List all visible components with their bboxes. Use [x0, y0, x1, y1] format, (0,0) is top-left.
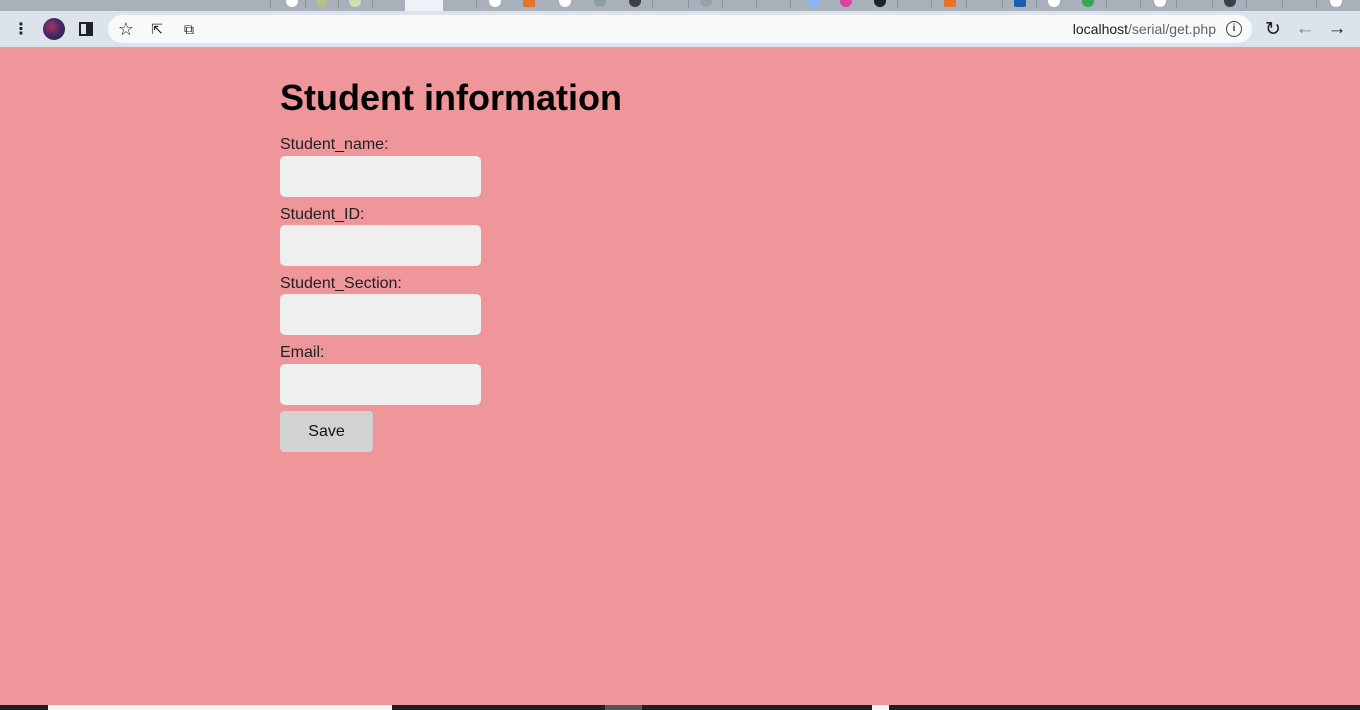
tab-favicon[interactable]: [349, 0, 361, 7]
tab-favicon[interactable]: [1048, 0, 1060, 7]
tab-separator: [476, 0, 477, 8]
url-path: /serial/get.php: [1128, 21, 1216, 37]
forward-icon[interactable]: →: [1326, 18, 1348, 40]
tab-separator: [1036, 0, 1037, 8]
tab-separator: [1002, 0, 1003, 8]
side-panel-icon[interactable]: [75, 18, 97, 40]
tab-separator: [1176, 0, 1177, 8]
tab-favicon[interactable]: [808, 0, 820, 7]
tab-separator: [790, 0, 791, 8]
tab-favicon[interactable]: [523, 0, 535, 7]
tab-separator: [652, 0, 653, 8]
bookmark-star-icon[interactable]: ☆: [115, 18, 137, 40]
info-icon[interactable]: i: [1226, 21, 1242, 37]
student-name-input[interactable]: [280, 156, 481, 197]
tab-strip: [0, 0, 1360, 11]
taskbar-window-thumb[interactable]: [872, 705, 889, 710]
tab-favicon[interactable]: [316, 0, 328, 7]
tab-favicon[interactable]: [489, 0, 501, 7]
save-button[interactable]: Save: [280, 411, 373, 452]
tab-separator: [338, 0, 339, 8]
tab-separator: [688, 0, 689, 8]
student-section-label: Student_Section:: [280, 275, 402, 292]
student-id-label: Student_ID:: [280, 206, 365, 223]
back-icon[interactable]: ←: [1294, 18, 1316, 40]
email-input[interactable]: [280, 364, 481, 405]
tab-favicon[interactable]: [286, 0, 298, 7]
tab-separator: [966, 0, 967, 8]
reload-icon[interactable]: ↻: [1262, 18, 1284, 40]
taskbar-window-thumb[interactable]: [605, 705, 642, 710]
tab-separator: [931, 0, 932, 8]
email-label: Email:: [280, 344, 325, 361]
tab-separator: [756, 0, 757, 8]
tab-separator: [305, 0, 306, 8]
tab-favicon[interactable]: [1014, 0, 1026, 7]
page-title: Student information: [280, 77, 622, 118]
cast-icon[interactable]: ⧉: [178, 18, 200, 40]
url-text[interactable]: localhost/serial/get.php: [1073, 21, 1216, 37]
tab-separator: [1246, 0, 1247, 8]
address-bar[interactable]: ☆ ⇱ ⧉ localhost/serial/get.php i: [108, 15, 1252, 43]
profile-avatar[interactable]: [43, 18, 65, 40]
tab-favicon[interactable]: [1330, 0, 1342, 7]
menu-icon[interactable]: ⋮: [10, 18, 32, 40]
taskbar-window-thumb[interactable]: [48, 705, 392, 710]
tab-separator: [1212, 0, 1213, 8]
tab-favicon[interactable]: [1082, 0, 1094, 7]
tab-favicon[interactable]: [874, 0, 886, 7]
tab-separator: [270, 0, 271, 8]
page-body: Student information Student_name: Studen…: [0, 47, 1360, 705]
tab-separator: [1140, 0, 1141, 8]
tab-favicon[interactable]: [1154, 0, 1166, 7]
student-name-label: Student_name:: [280, 136, 389, 153]
url-host: localhost: [1072, 21, 1129, 37]
tab-favicon[interactable]: [594, 0, 606, 7]
share-icon[interactable]: ⇱: [146, 18, 168, 40]
tab-favicon[interactable]: [700, 0, 712, 7]
tab-separator: [372, 0, 373, 8]
taskbar: [0, 705, 1360, 710]
browser-toolbar: ⋮ ☆ ⇱ ⧉ localhost/serial/get.php i ↻ ← →: [0, 11, 1360, 47]
tab-separator: [1316, 0, 1317, 8]
tab-separator: [1106, 0, 1107, 8]
student-id-input[interactable]: [280, 225, 481, 266]
tab-separator: [1282, 0, 1283, 8]
tab-favicon[interactable]: [1224, 0, 1236, 7]
tab-favicon[interactable]: [559, 0, 571, 7]
student-section-input[interactable]: [280, 294, 481, 335]
tab-favicon[interactable]: [629, 0, 641, 7]
tab-separator: [722, 0, 723, 8]
tab-favicon[interactable]: [840, 0, 852, 7]
active-tab[interactable]: [405, 0, 443, 11]
tab-separator: [897, 0, 898, 8]
tab-favicon[interactable]: [944, 0, 956, 7]
